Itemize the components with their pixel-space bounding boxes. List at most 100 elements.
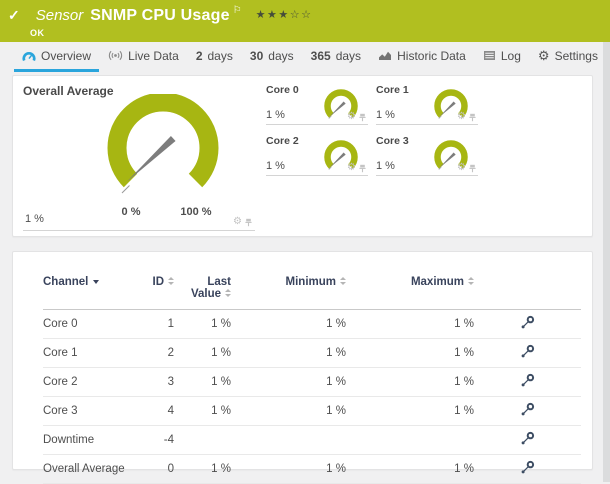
tab-label: days: [335, 48, 362, 63]
overview-gauges-card: Overall Average 0 % 100 % 1 % ⚙ Core 0 1…: [12, 75, 593, 237]
gauge-panel-core-1: Core 1 1 % ⚙: [376, 84, 478, 125]
channel-settings-icon[interactable]: [520, 460, 535, 475]
tab-label: Log: [500, 48, 521, 63]
cell-maximum: 1 %: [346, 454, 474, 484]
gauge-panel-overall-average: Overall Average 0 % 100 % 1 % ⚙: [23, 84, 255, 231]
pin-icon[interactable]: [359, 164, 366, 173]
core-gauges-grid: Core 0 1 % ⚙ Core 1 1 % ⚙ Core 2 1 % ⚙ C…: [266, 84, 582, 231]
core-gauge: [319, 86, 363, 129]
table-row: Core 0 1 1 % 1 % 1 %: [43, 309, 581, 339]
column-header-minimum[interactable]: Minimum: [231, 276, 346, 310]
cell-channel: Downtime: [43, 425, 143, 455]
tab-label: days: [207, 48, 233, 63]
tab-2-days[interactable]: 2 days: [188, 44, 241, 72]
tab-label: Historic Data: [397, 48, 466, 63]
pin-icon[interactable]: [469, 164, 476, 173]
pin-icon[interactable]: [245, 218, 252, 227]
channel-settings-icon[interactable]: [520, 344, 535, 359]
cell-last-value: [174, 425, 231, 455]
priority-flag-icon[interactable]: ⚐: [233, 5, 242, 16]
channels-table: Channel ID Last Value Minimum Maximum Co…: [43, 276, 581, 484]
cell-last-value: 1 %: [174, 338, 231, 368]
column-header-channel[interactable]: Channel: [43, 276, 143, 310]
cell-last-value: 1 %: [174, 367, 231, 397]
cell-id: 0: [143, 454, 174, 484]
channel-settings-icon[interactable]: [520, 431, 535, 446]
gauge-current-value: 1 %: [376, 109, 395, 121]
sort-icon: [468, 277, 474, 285]
tab-live-data[interactable]: Live Data: [100, 44, 187, 72]
tab-30-days[interactable]: 30 days: [242, 44, 302, 72]
cell-maximum: 1 %: [346, 309, 474, 339]
column-header-id[interactable]: ID: [143, 276, 174, 310]
sort-icon: [340, 277, 346, 285]
column-header-maximum[interactable]: Maximum: [346, 276, 474, 310]
cell-maximum: 1 %: [346, 396, 474, 426]
channel-settings-icon[interactable]: [520, 315, 535, 330]
column-header-last-value[interactable]: Last Value: [174, 276, 231, 310]
gauge-current-value: 1 %: [376, 160, 395, 172]
tab-365-days[interactable]: 365 days: [303, 44, 369, 72]
gear-icon[interactable]: ⚙: [347, 163, 356, 173]
core-gauge: [429, 137, 473, 180]
cell-minimum: 1 %: [231, 367, 346, 397]
gauge-icon: [22, 50, 36, 62]
table-row: Downtime -4: [43, 425, 581, 455]
cell-id: -4: [143, 425, 174, 455]
status-badge: OK: [30, 28, 45, 38]
tab-label-strong: 2: [195, 48, 203, 63]
gear-icon[interactable]: ⚙: [347, 112, 356, 122]
gear-icon[interactable]: ⚙: [457, 112, 466, 122]
chevron-down-icon: [93, 280, 100, 284]
sensor-status-header: ✓ Sensor SNMP CPU Usage ⚐ ★★★☆☆ OK: [0, 0, 610, 42]
gauge-current-value: 1 %: [266, 109, 285, 121]
cell-last-value: 1 %: [174, 309, 231, 339]
sort-icon: [225, 289, 231, 297]
tab-label: Overview: [41, 48, 92, 63]
gear-icon[interactable]: ⚙: [457, 163, 466, 173]
overall-average-gauge: 0 % 100 %: [101, 92, 225, 218]
sensor-type-label: Sensor: [35, 7, 84, 24]
tab-bar: Overview Live Data 2 days 30 days 365 da…: [0, 44, 610, 72]
cell-id: 2: [143, 338, 174, 368]
gear-icon: ⚙: [537, 48, 550, 63]
pin-icon[interactable]: [469, 113, 476, 122]
sort-icon: [168, 277, 174, 285]
tab-log[interactable]: Log: [475, 44, 529, 72]
tab-settings[interactable]: ⚙ Settings: [530, 44, 606, 72]
pin-icon[interactable]: [359, 113, 366, 122]
tab-historic-data[interactable]: Historic Data: [370, 44, 474, 72]
table-row: Core 1 2 1 % 1 % 1 %: [43, 338, 581, 368]
gauge-current-value: 1 %: [25, 213, 44, 225]
channel-settings-icon[interactable]: [520, 373, 535, 388]
tab-label-strong: 365: [310, 48, 331, 63]
cell-last-value: 1 %: [174, 454, 231, 484]
status-check-icon: ✓: [8, 7, 20, 23]
tab-label: Settings: [554, 48, 598, 63]
chart-icon: [378, 50, 392, 61]
channel-settings-icon[interactable]: [520, 402, 535, 417]
channels-table-card: Channel ID Last Value Minimum Maximum Co…: [12, 251, 593, 484]
cell-last-value: 1 %: [174, 396, 231, 426]
cell-channel: Overall Average: [43, 454, 143, 484]
tab-overview[interactable]: Overview: [14, 44, 100, 72]
sensor-title: SNMP CPU Usage: [90, 7, 230, 24]
tab-label: days: [268, 48, 294, 63]
cell-minimum: 1 %: [231, 454, 346, 484]
broadcast-icon: [108, 50, 123, 61]
tab-label-strong: 30: [249, 48, 264, 63]
cell-minimum: 1 %: [231, 396, 346, 426]
priority-stars[interactable]: ★★★☆☆: [256, 8, 313, 21]
gauge-max-label: 100 %: [180, 206, 212, 218]
cell-channel: Core 0: [43, 309, 143, 339]
core-gauge: [319, 137, 363, 180]
table-row: Core 2 3 1 % 1 % 1 %: [43, 367, 581, 397]
cell-maximum: [346, 425, 474, 455]
gear-icon[interactable]: ⚙: [233, 217, 242, 227]
cell-channel: Core 3: [43, 396, 143, 426]
gauge-panel-core-0: Core 0 1 % ⚙: [266, 84, 368, 125]
cell-channel: Core 1: [43, 338, 143, 368]
table-row: Core 3 4 1 % 1 % 1 %: [43, 396, 581, 426]
log-icon: [483, 50, 496, 61]
cell-maximum: 1 %: [346, 367, 474, 397]
